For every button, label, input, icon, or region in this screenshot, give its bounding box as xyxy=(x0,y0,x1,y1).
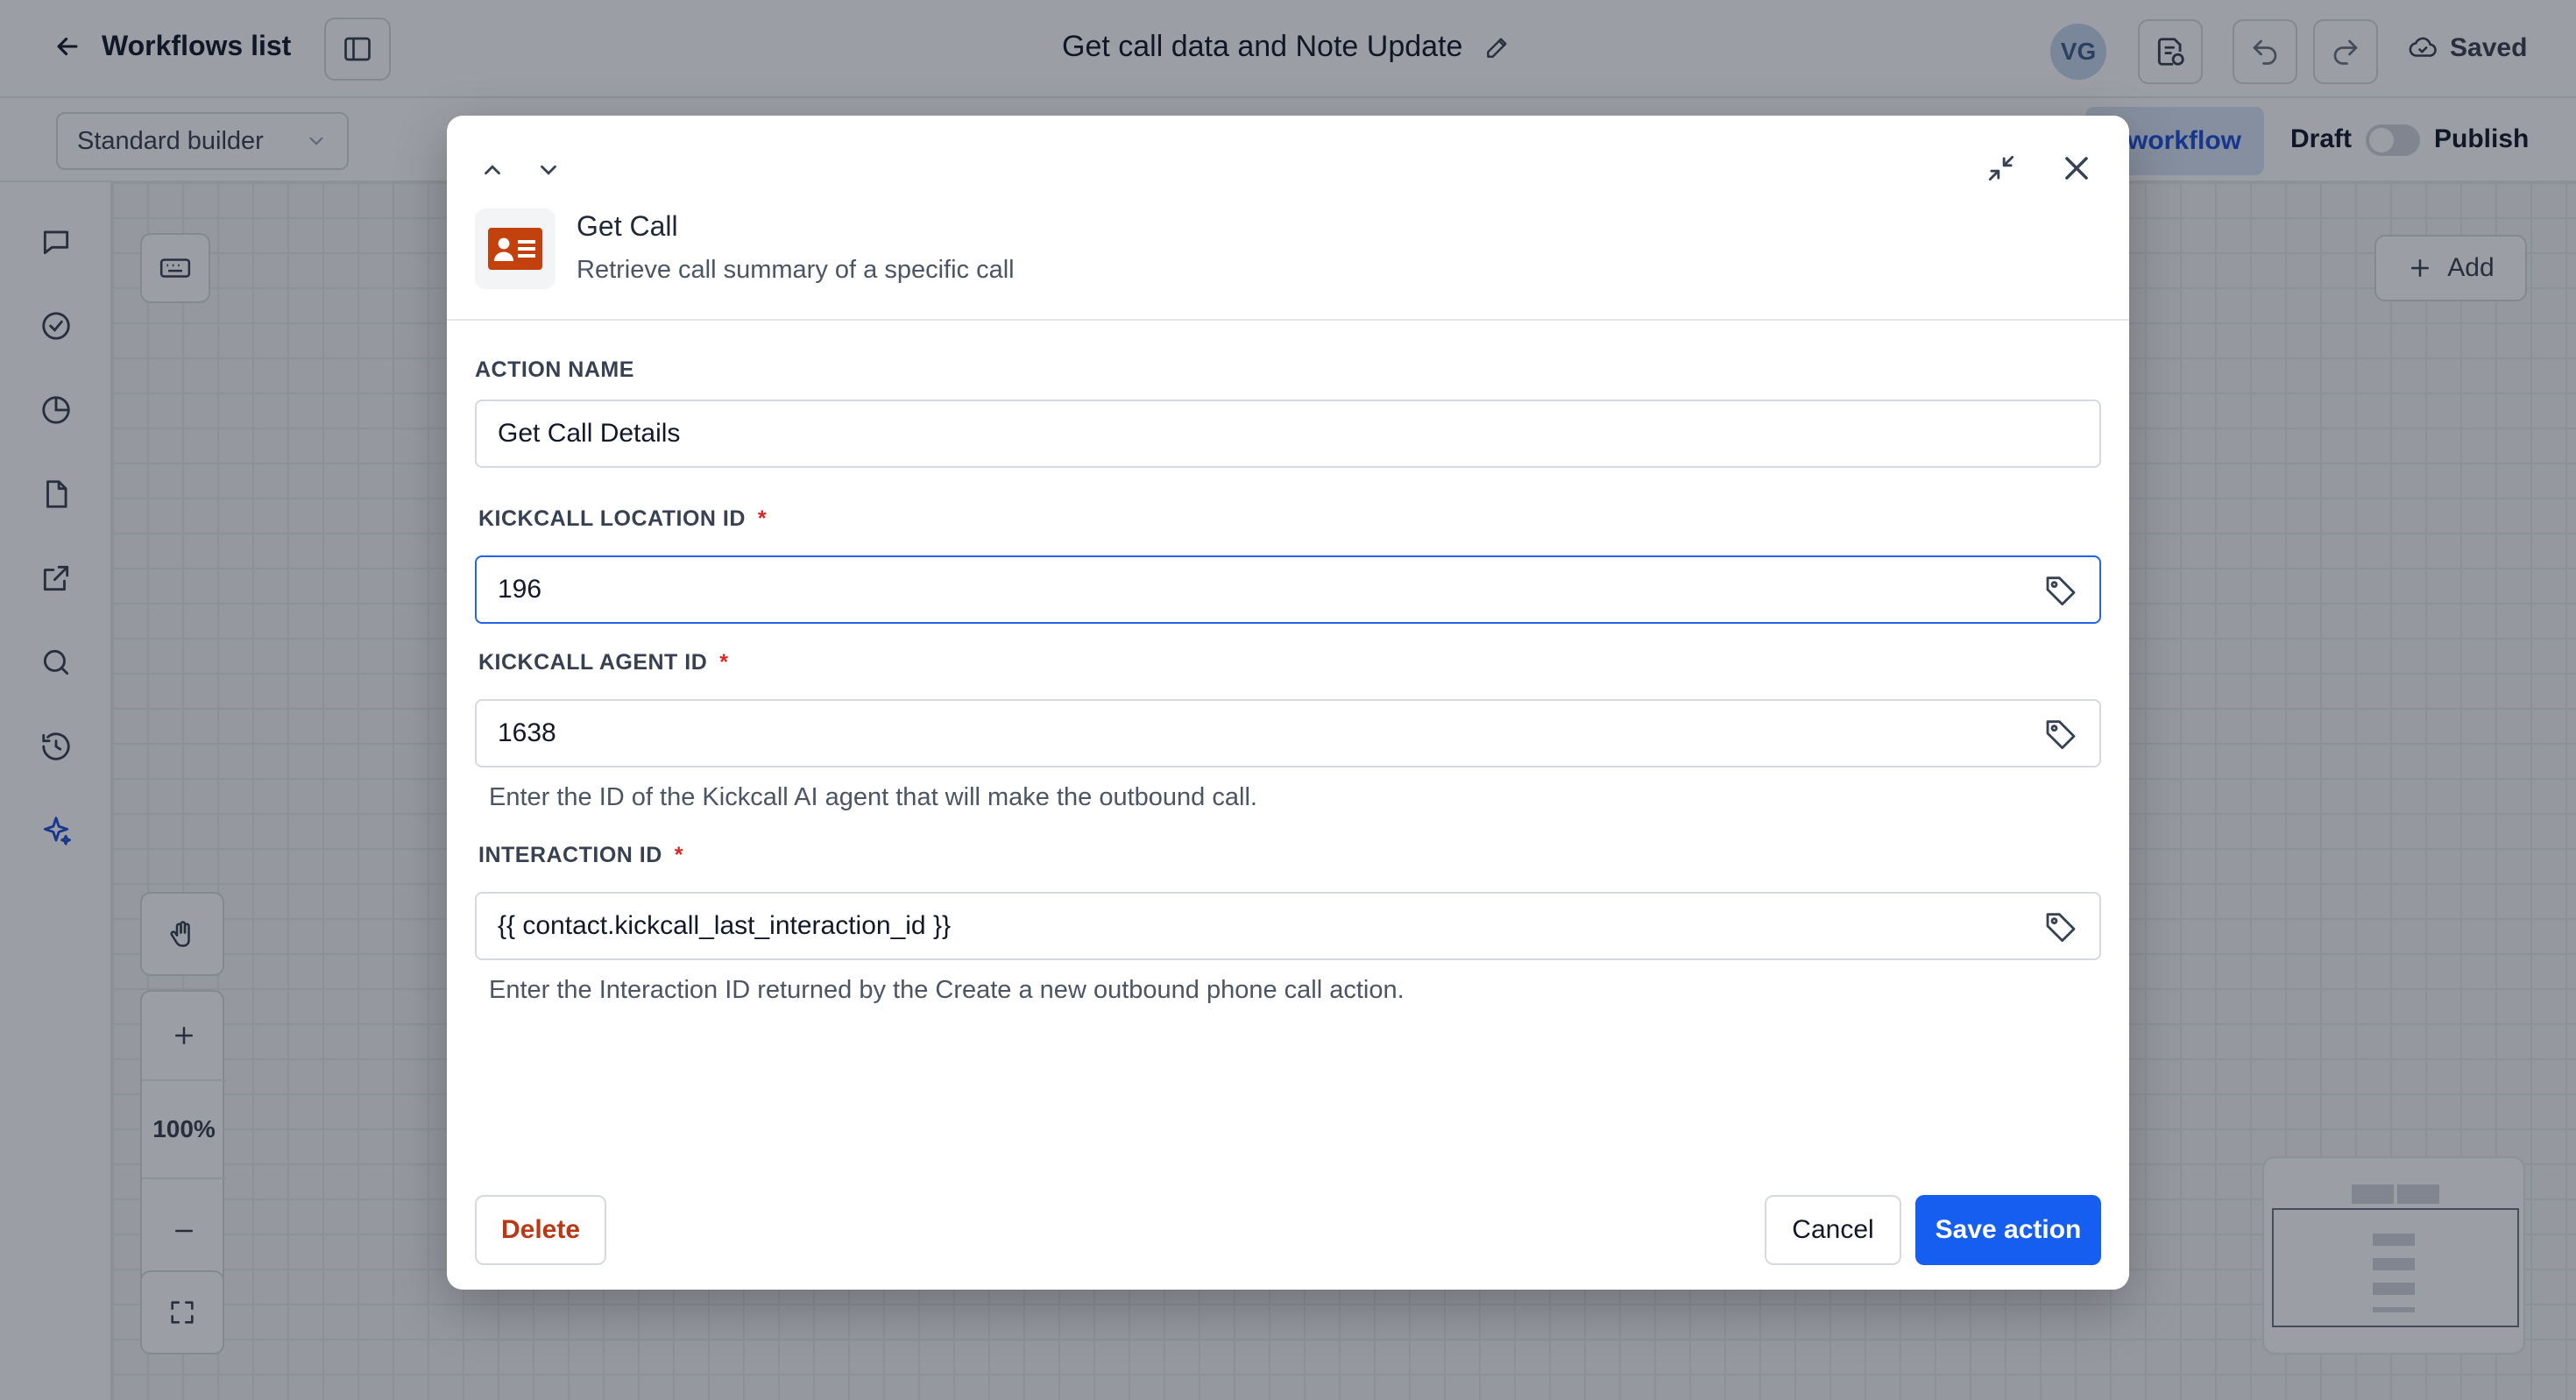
agent-id-help: Enter the ID of the Kickcall AI agent th… xyxy=(489,783,1257,811)
chevron-down-icon xyxy=(535,157,562,183)
interaction-id-input[interactable]: {{ contact.kickcall_last_interaction_id … xyxy=(475,892,2101,960)
agent-id-input[interactable]: 1638 xyxy=(475,699,2101,767)
contact-card-icon xyxy=(488,228,542,270)
action-name-input[interactable]: Get Call Details xyxy=(475,399,2101,468)
delete-action-button[interactable]: Delete xyxy=(475,1195,606,1265)
action-config-modal: Get Call Retrieve call summary of a spec… xyxy=(447,116,2129,1290)
chevron-up-icon xyxy=(479,157,506,183)
action-name-label: ACTION NAME xyxy=(475,357,634,383)
collapse-icon xyxy=(1985,152,2018,185)
required-asterisk: * xyxy=(674,843,684,867)
location-id-label: KICKCALL LOCATION ID * xyxy=(478,506,767,532)
required-asterisk: * xyxy=(719,650,729,675)
tag-icon[interactable] xyxy=(2043,572,2078,607)
modal-tools xyxy=(1982,149,2096,187)
collapse-modal-button[interactable] xyxy=(1982,149,2020,187)
location-id-value: 196 xyxy=(498,575,542,604)
interaction-id-help: Enter the Interaction ID returned by the… xyxy=(489,976,1405,1004)
cancel-label: Cancel xyxy=(1792,1215,1874,1244)
location-id-input[interactable]: 196 xyxy=(475,555,2101,624)
required-asterisk: * xyxy=(757,506,768,531)
action-title: Get Call xyxy=(577,210,678,242)
action-name-value: Get Call Details xyxy=(498,419,681,448)
cancel-button[interactable]: Cancel xyxy=(1765,1195,1901,1265)
action-nav xyxy=(477,154,564,186)
interaction-id-label: INTERACTION ID * xyxy=(478,843,683,868)
action-name-label-text: ACTION NAME xyxy=(475,357,634,382)
agent-id-value: 1638 xyxy=(498,718,556,747)
next-action-button[interactable] xyxy=(533,154,564,186)
modal-divider xyxy=(447,319,2129,321)
delete-label: Delete xyxy=(500,1215,581,1244)
previous-action-button[interactable] xyxy=(477,154,508,186)
action-app-icon xyxy=(475,209,556,289)
save-label: Save action xyxy=(1935,1215,2082,1244)
close-icon xyxy=(2060,152,2093,185)
location-id-label-text: KICKCALL LOCATION ID xyxy=(478,506,746,531)
tag-icon[interactable] xyxy=(2043,716,2078,751)
close-modal-button[interactable] xyxy=(2057,149,2096,187)
agent-id-label-text: KICKCALL AGENT ID xyxy=(478,650,708,675)
interaction-id-label-text: INTERACTION ID xyxy=(478,843,662,867)
action-description: Retrieve call summary of a specific call xyxy=(577,256,1015,284)
agent-id-label: KICKCALL AGENT ID * xyxy=(478,650,729,675)
save-action-button[interactable]: Save action xyxy=(1915,1195,2101,1265)
interaction-id-value: {{ contact.kickcall_last_interaction_id … xyxy=(498,911,951,940)
tag-icon[interactable] xyxy=(2043,909,2078,944)
